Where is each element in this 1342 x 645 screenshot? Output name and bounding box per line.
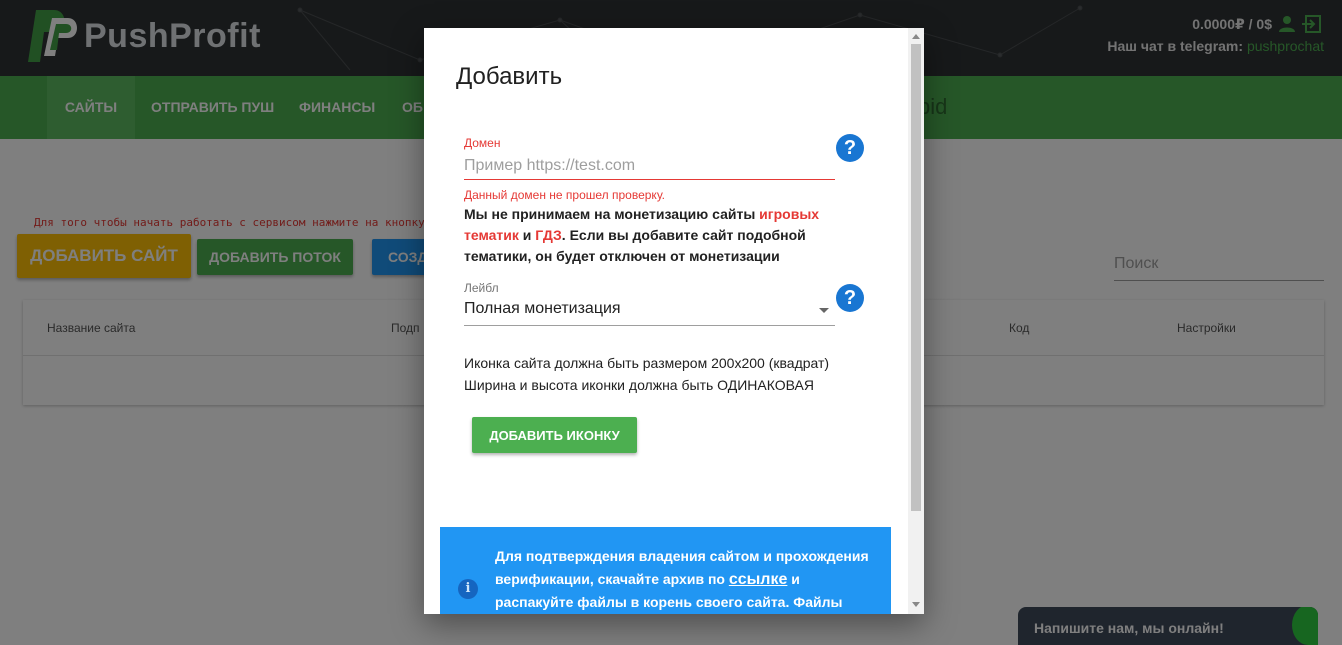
info-text-before: Для подтверждения владения сайтом и прох… bbox=[495, 548, 869, 587]
modal-title: Добавить bbox=[456, 63, 563, 90]
scroll-down-arrow-icon[interactable] bbox=[912, 602, 920, 607]
icon-note-line-2: Ширина и высота иконки должна быть ОДИНА… bbox=[464, 377, 814, 393]
dropdown-caret-icon bbox=[819, 308, 829, 313]
add-icon-button[interactable]: Добавить иконку bbox=[472, 417, 637, 453]
domain-error: Данный домен не прошел проверку. bbox=[464, 188, 665, 202]
warning-highlight-gdz: ГДЗ bbox=[535, 227, 562, 243]
icon-note-line-1: Иконка сайта должна быть размером 200x20… bbox=[464, 355, 830, 371]
label-field-label: Лейбл bbox=[464, 281, 499, 295]
domain-input[interactable] bbox=[464, 152, 835, 180]
icon-requirements: Иконка сайта должна быть размером 200x20… bbox=[464, 352, 829, 396]
verification-info-box: i Для подтверждения владения сайтом и пр… bbox=[440, 527, 891, 614]
info-icon: i bbox=[458, 579, 478, 599]
download-link[interactable]: ссылке bbox=[729, 571, 788, 588]
label-help-icon[interactable]: ? bbox=[836, 284, 864, 312]
add-site-modal: Добавить Домен ? Данный домен не прошел … bbox=[424, 28, 924, 614]
modal-scrollbar[interactable] bbox=[908, 28, 924, 614]
label-select-value: Полная монетизация bbox=[464, 300, 621, 317]
verification-info-text: Для подтверждения владения сайтом и прох… bbox=[495, 545, 875, 614]
scroll-up-arrow-icon[interactable] bbox=[912, 34, 920, 39]
scroll-thumb[interactable] bbox=[911, 44, 921, 511]
domain-label: Домен bbox=[464, 136, 501, 150]
domain-help-icon[interactable]: ? bbox=[836, 134, 864, 162]
theme-warning: Мы не принимаем на монетизацию сайты игр… bbox=[464, 204, 874, 267]
label-select[interactable]: Полная монетизация bbox=[464, 296, 835, 326]
warning-text-2: и bbox=[518, 227, 536, 243]
warning-text-1: Мы не принимаем на монетизацию сайты bbox=[464, 206, 760, 222]
